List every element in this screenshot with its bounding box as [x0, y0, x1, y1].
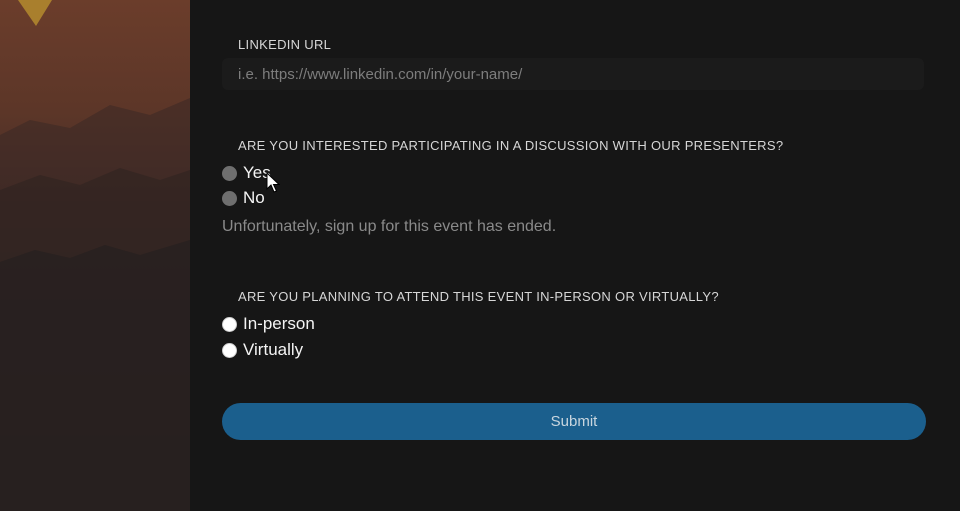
- radio-label-in-person: In-person: [243, 314, 315, 333]
- discussion-question-label: ARE YOU INTERESTED PARTICIPATING IN A DI…: [238, 138, 784, 153]
- linkedin-url-label: LINKEDIN URL: [238, 37, 332, 52]
- mountain-landscape-image: [0, 0, 190, 511]
- radio-button-yes[interactable]: [222, 165, 237, 181]
- radio-button-no[interactable]: [222, 190, 237, 206]
- radio-option-virtually[interactable]: Virtually: [222, 339, 303, 361]
- radio-option-yes[interactable]: Yes: [222, 162, 271, 184]
- radio-label-no: No: [243, 188, 265, 207]
- submit-button[interactable]: Submit: [222, 403, 926, 440]
- attendance-question-label: ARE YOU PLANNING TO ATTEND THIS EVENT IN…: [238, 289, 719, 304]
- radio-option-no[interactable]: No: [222, 187, 265, 209]
- background-image-panel: [0, 0, 190, 511]
- signup-ended-note: Unfortunately, sign up for this event ha…: [222, 218, 557, 235]
- radio-option-in-person[interactable]: In-person: [222, 313, 315, 335]
- linkedin-url-input[interactable]: [222, 58, 924, 90]
- radio-button-virtually[interactable]: [222, 342, 237, 358]
- mouse-pointer-icon: [266, 172, 280, 193]
- radio-button-in-person[interactable]: [222, 316, 237, 332]
- radio-label-virtually: Virtually: [243, 340, 304, 359]
